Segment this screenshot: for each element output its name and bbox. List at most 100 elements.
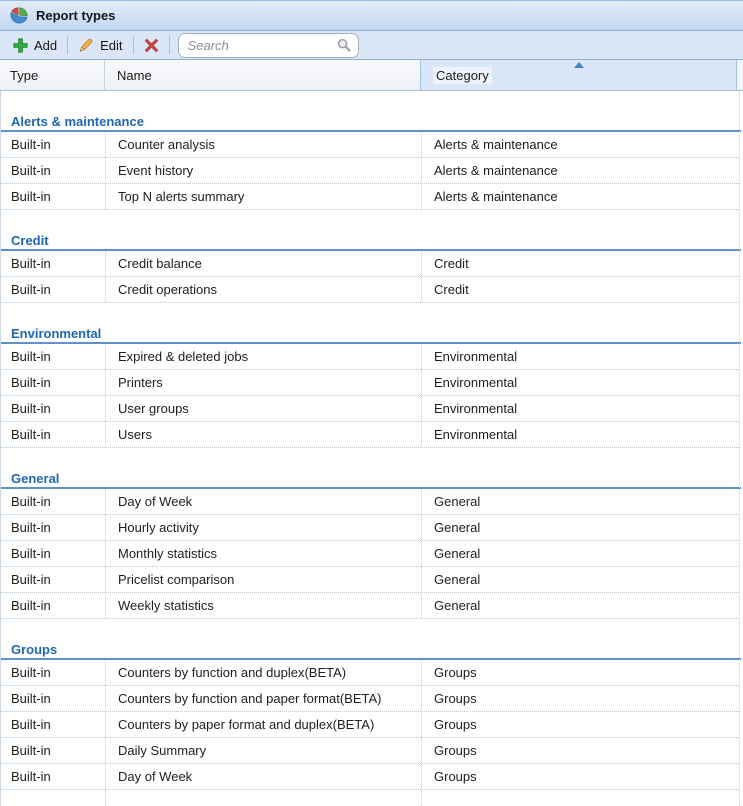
cell-category: General	[422, 489, 739, 514]
table-row[interactable]: Built-inCredit balanceCredit	[1, 251, 739, 277]
cell-name: Monthly statistics	[106, 541, 422, 566]
cell-name: Top N alerts summary	[106, 184, 422, 209]
cell-category: Credit	[422, 277, 739, 302]
table-row[interactable]: Built-inMonthly statisticsGeneral	[1, 541, 739, 567]
group-header: Credit	[1, 231, 741, 251]
cell-name: Counters by function and duplex(BETA)	[106, 660, 422, 685]
group-header: Groups	[1, 640, 741, 660]
cell-category: Groups	[422, 686, 739, 711]
edit-button-label: Edit	[100, 38, 122, 53]
delete-button[interactable]	[137, 33, 166, 57]
cell-category: Credit	[422, 251, 739, 276]
cell-name: Hourly activity	[106, 515, 422, 540]
cell-category: Environmental	[422, 344, 739, 369]
search-input[interactable]	[178, 33, 359, 58]
column-header-name-label: Name	[117, 68, 152, 83]
cell-category: Groups	[422, 738, 739, 763]
toolbar-separator	[133, 36, 134, 54]
group-gap	[1, 448, 743, 469]
table-row[interactable]: Built-inHourly activityGeneral	[1, 515, 739, 541]
table-row[interactable]: Built-inCounter analysisAlerts & mainten…	[1, 132, 739, 158]
cell-name: Users	[106, 422, 422, 447]
cell-name: Counters by paper format and duplex(BETA…	[106, 712, 422, 737]
table-row[interactable]: Built-inExpired & deleted jobsEnvironmen…	[1, 344, 739, 370]
toolbar-separator	[169, 36, 170, 54]
table-row[interactable]: Built-inEvent historyAlerts & maintenanc…	[1, 158, 739, 184]
cell-name: Day of Week	[106, 764, 422, 789]
cell-type: Built-in	[1, 344, 106, 369]
sort-ascending-icon	[574, 62, 584, 68]
grid-header: Type Name Category	[0, 60, 743, 91]
column-header-category[interactable]: Category	[420, 60, 737, 90]
table-row[interactable]: Built-inUser groupsEnvironmental	[1, 396, 739, 422]
cell-name: User groups	[106, 396, 422, 421]
cell-type: Built-in	[1, 660, 106, 685]
cell-name: Expired & deleted jobs	[106, 344, 422, 369]
group-gap	[1, 619, 743, 640]
cell-category: General	[422, 541, 739, 566]
delete-x-icon	[144, 38, 159, 53]
cell-type: Built-in	[1, 764, 106, 789]
cell-name: Counters by function and paper format(BE…	[106, 686, 422, 711]
cell-name: Printers	[106, 370, 422, 395]
toolbar: Add Edit	[0, 31, 743, 60]
cell-type: Built-in	[1, 422, 106, 447]
add-button[interactable]: Add	[6, 33, 64, 57]
cell-category: Environmental	[422, 422, 739, 447]
cell-category: Alerts & maintenance	[422, 158, 739, 183]
cell-type: Built-in	[1, 158, 106, 183]
group-gap	[1, 303, 743, 324]
cell-name: Counter analysis	[106, 132, 422, 157]
cell-category: Groups	[422, 712, 739, 737]
table-row[interactable]: Built-inCounters by function and duplex(…	[1, 660, 739, 686]
cell-type	[1, 790, 106, 806]
cell-category: Alerts & maintenance	[422, 184, 739, 209]
table-row[interactable]: Built-inUsersEnvironmental	[1, 422, 739, 448]
table-row[interactable]: Built-inWeekly statisticsGeneral	[1, 593, 739, 619]
cell-type: Built-in	[1, 251, 106, 276]
table-row[interactable]: Built-inTop N alerts summaryAlerts & mai…	[1, 184, 739, 210]
cell-category: General	[422, 593, 739, 618]
table-row[interactable]: Built-inCounters by function and paper f…	[1, 686, 739, 712]
cell-type: Built-in	[1, 593, 106, 618]
table-row[interactable]: Built-inPricelist comparisonGeneral	[1, 567, 739, 593]
group-gap	[1, 210, 743, 231]
cell-category	[422, 790, 739, 806]
cell-type: Built-in	[1, 567, 106, 592]
cell-type: Built-in	[1, 277, 106, 302]
table-row[interactable]: Built-inDay of WeekGeneral	[1, 489, 739, 515]
search-box	[178, 33, 359, 58]
cell-category: Alerts & maintenance	[422, 132, 739, 157]
cell-type: Built-in	[1, 396, 106, 421]
cell-category: Groups	[422, 764, 739, 789]
group-header: Environmental	[1, 324, 741, 344]
cell-name: Daily Summary	[106, 738, 422, 763]
column-header-name[interactable]: Name	[105, 60, 421, 90]
cell-category: Environmental	[422, 396, 739, 421]
table-row[interactable]: Built-inPrintersEnvironmental	[1, 370, 739, 396]
report-types-window: Report types Add Edit	[0, 0, 743, 806]
cell-name	[106, 790, 422, 806]
table-row[interactable]: Built-inCounters by paper format and dup…	[1, 712, 739, 738]
cell-type: Built-in	[1, 738, 106, 763]
cell-name: Day of Week	[106, 489, 422, 514]
cell-category: General	[422, 567, 739, 592]
cell-type: Built-in	[1, 541, 106, 566]
table-row[interactable]: Built-inDaily SummaryGroups	[1, 738, 739, 764]
cell-type: Built-in	[1, 370, 106, 395]
table-row[interactable]: Built-inCredit operationsCredit	[1, 277, 739, 303]
group-header: Alerts & maintenance	[1, 112, 741, 132]
group-header: General	[1, 469, 741, 489]
cell-name: Weekly statistics	[106, 593, 422, 618]
column-header-type[interactable]: Type	[0, 60, 105, 90]
grid-right-rule	[739, 91, 740, 806]
toolbar-separator	[67, 36, 68, 54]
title-bar: Report types	[0, 0, 743, 31]
edit-button[interactable]: Edit	[71, 33, 129, 57]
cell-type: Built-in	[1, 184, 106, 209]
search-icon	[337, 38, 351, 55]
window-title: Report types	[36, 8, 115, 23]
cell-type: Built-in	[1, 515, 106, 540]
group-gap	[1, 91, 743, 112]
table-row[interactable]: Built-inDay of WeekGroups	[1, 764, 739, 790]
